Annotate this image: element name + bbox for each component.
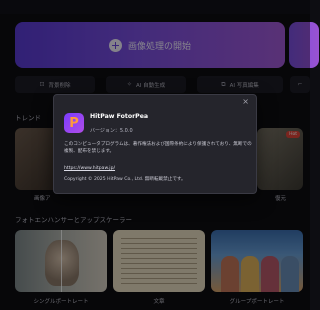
close-icon[interactable]: × xyxy=(242,98,249,106)
website-link[interactable]: https://www.hitpaw.jp/ xyxy=(64,166,115,171)
app-logo: P xyxy=(64,113,84,133)
app-version: バージョン：5.0.0 xyxy=(90,128,133,134)
legal-notice: このコンピュータプログラムは、著作権法および国際条約により保護されており、無断で… xyxy=(64,142,252,154)
logo-letter: P xyxy=(69,115,79,131)
app-name: HitPaw FotorPea xyxy=(90,113,149,120)
copyright-footer: Copyright © 2025 HitPaw Co., Ltd. 無断転載禁止… xyxy=(64,177,186,182)
about-dialog: × P HitPaw FotorPea バージョン：5.0.0 このコンピュータ… xyxy=(53,94,257,194)
